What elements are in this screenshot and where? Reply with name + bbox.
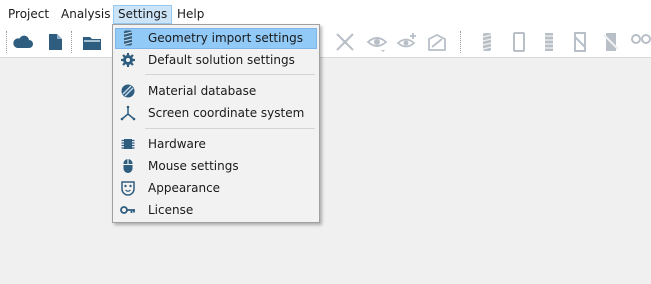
toolbar-separator [6,31,8,53]
coil-icon [476,31,498,53]
menu-item-mouse-settings[interactable]: Mouse settings [115,156,317,177]
mouse-icon [120,158,136,174]
menu-item-license[interactable]: License [115,200,317,221]
menu-item-hardware[interactable]: Hardware [115,134,317,155]
menu-analysis[interactable]: Analysis [57,5,114,24]
menu-separator [145,74,315,75]
menu-bar: Project Analysis Settings Help [0,0,651,28]
material-ball-icon [120,83,136,99]
toolbar [0,28,651,58]
mask-icon [120,180,136,196]
menu-item-label: Screen coordinate system [148,106,305,120]
toolbar-separator [71,31,73,53]
coil-icon [120,30,136,46]
menu-item-geometry-import-settings[interactable]: Geometry import settings [115,28,317,49]
gear-icon [120,52,136,68]
menu-item-label: Appearance [148,181,221,195]
menu-settings[interactable]: Settings [113,5,173,24]
menu-separator [145,128,315,129]
menu-help[interactable]: Help [173,5,208,24]
menu-item-appearance[interactable]: Appearance [115,178,317,199]
menu-item-material-database[interactable]: Material database [115,81,317,102]
eye-icon [366,31,388,53]
menu-project[interactable]: Project [4,5,53,24]
measure-icon [334,31,356,53]
add-view-icon [396,31,418,53]
menu-item-label: Hardware [148,137,206,151]
open-folder-icon[interactable] [81,31,103,53]
view-rotate-icon [426,31,448,53]
cloud-icon[interactable] [12,31,34,53]
strip-icon [569,31,591,53]
new-document-icon[interactable] [44,31,66,53]
key-icon [120,202,136,218]
settings-menu: Geometry import settings Default solutio… [112,24,320,223]
chain-icon [630,31,651,53]
spring-icon [538,31,560,53]
chip-icon [120,136,136,152]
frame-icon [508,31,530,53]
toolbar-separator [460,31,462,53]
cut-icon [600,31,622,53]
menu-item-screen-coordinate-system[interactable]: Screen coordinate system [115,103,317,124]
axes-icon [120,105,136,121]
menu-item-default-solution-settings[interactable]: Default solution settings [115,50,317,71]
menu-item-label: Default solution settings [148,53,295,67]
menu-item-label: Mouse settings [148,159,239,173]
menu-item-label: Geometry import settings [148,31,303,45]
menu-item-label: Material database [148,84,257,98]
menu-item-label: License [148,203,194,217]
